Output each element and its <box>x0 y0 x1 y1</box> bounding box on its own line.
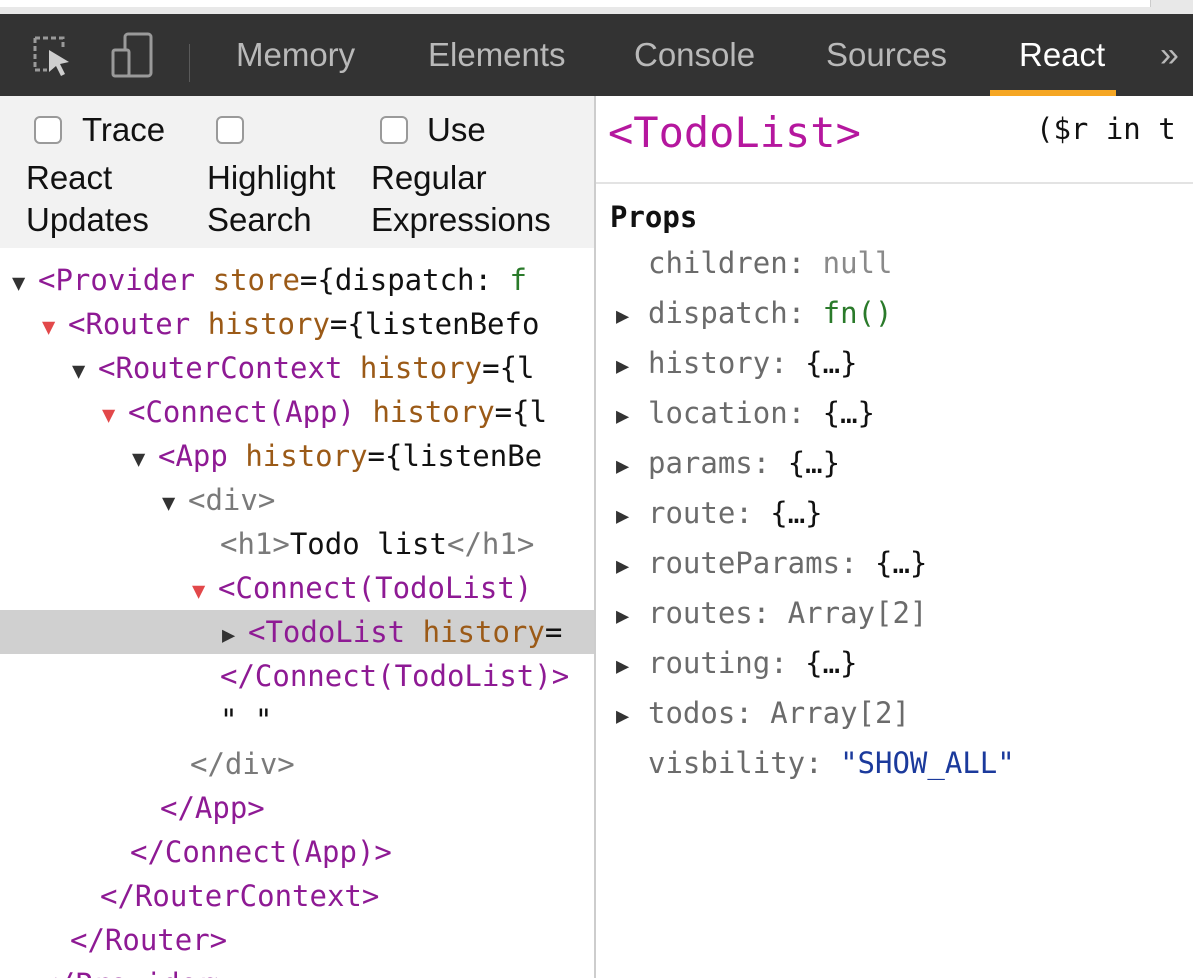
tree-node-router[interactable]: ▼ <Router history={listenBefo <box>0 302 594 346</box>
prop-todos[interactable]: ▶ todos: Array[2] <box>616 688 910 738</box>
tree-node-router-context[interactable]: ▼ <RouterContext history={l <box>0 346 594 390</box>
tree-node-connect-app[interactable]: ▼ <Connect(App) history={l <box>0 390 594 434</box>
devtools-toolbar: Memory Elements Console Sources React » <box>0 14 1193 96</box>
props-pane: <TodoList> ($r in t Props children: null… <box>596 96 1193 978</box>
tab-console[interactable]: Console <box>634 14 755 96</box>
trace-react-updates-label: Trace React Updates <box>26 111 166 238</box>
prop-routes[interactable]: ▶ routes: Array[2] <box>616 588 927 638</box>
collapse-triangle-icon[interactable]: ▼ <box>132 438 158 482</box>
console-ref-note: ($r in t <box>1036 112 1176 146</box>
expand-triangle-icon[interactable]: ▶ <box>616 392 648 442</box>
prop-route[interactable]: ▶ route: {…} <box>616 488 823 538</box>
prop-children: children: null <box>648 246 893 280</box>
collapse-triangle-icon[interactable]: ▼ <box>72 350 98 394</box>
prop-params[interactable]: ▶ params: {…} <box>616 438 840 488</box>
window-top-strip <box>0 0 1193 14</box>
props-pane-header: <TodoList> ($r in t <box>596 96 1193 184</box>
prop-route-params[interactable]: ▶ routeParams: {…} <box>616 538 927 588</box>
tab-memory[interactable]: Memory <box>236 14 355 96</box>
tree-close-router[interactable]: </Router> <box>0 918 594 962</box>
prop-location[interactable]: ▶ location: {…} <box>616 388 875 438</box>
tree-text-node[interactable]: " " <box>0 698 594 742</box>
inspect-element-icon[interactable] <box>22 14 82 96</box>
tree-node-todolist-selected[interactable]: ▶ <TodoList history= <box>0 610 594 654</box>
expand-triangle-icon[interactable]: ▶ <box>616 342 648 392</box>
expand-triangle-icon[interactable]: ▶ <box>616 542 648 592</box>
collapse-triangle-icon[interactable]: ▼ <box>102 394 128 438</box>
collapse-triangle-icon[interactable]: ▼ <box>162 482 188 526</box>
expand-triangle-icon[interactable]: ▶ <box>616 592 648 642</box>
prop-dispatch[interactable]: ▶ dispatch: fn() <box>616 288 892 338</box>
expand-triangle-icon[interactable]: ▶ <box>616 492 648 542</box>
expand-triangle-icon[interactable]: ▶ <box>222 614 248 658</box>
tree-node-app[interactable]: ▼ <App history={listenBe <box>0 434 594 478</box>
collapse-triangle-icon[interactable]: ▼ <box>42 306 68 350</box>
expand-triangle-icon[interactable]: ▶ <box>616 292 648 342</box>
tree-close-router-context[interactable]: </RouterContext> <box>0 874 594 918</box>
tree-options-bar: Trace React Updates Highlight Search Use… <box>0 96 594 248</box>
expand-triangle-icon[interactable]: ▶ <box>616 692 648 742</box>
prop-history[interactable]: ▶ history: {…} <box>616 338 858 388</box>
device-toolbar-icon[interactable] <box>102 14 162 96</box>
tree-node-connect-todolist[interactable]: ▼ <Connect(TodoList) <box>0 566 594 610</box>
toolbar-separator <box>189 44 190 82</box>
expand-triangle-icon[interactable]: ▶ <box>616 642 648 692</box>
component-tree-pane: Trace React Updates Highlight Search Use… <box>0 96 594 978</box>
highlight-search-label: Highlight Search <box>207 159 336 238</box>
window-top-notch <box>0 0 1151 7</box>
tab-sources[interactable]: Sources <box>826 14 947 96</box>
tree-node-provider[interactable]: ▼ <Provider store={dispatch: f <box>0 258 594 302</box>
collapse-triangle-icon[interactable]: ▼ <box>192 570 218 614</box>
tree-close-connect-app[interactable]: </Connect(App)> <box>0 830 594 874</box>
tree-close-provider[interactable]: </Provider> <box>0 962 594 978</box>
tab-elements[interactable]: Elements <box>428 14 566 96</box>
props-heading: Props <box>610 200 698 234</box>
prop-visbility: visbility: "SHOW_ALL" <box>648 746 1015 780</box>
tree-close-app[interactable]: </App> <box>0 786 594 830</box>
use-regular-expressions-label: Use Regular Expressions <box>371 111 551 238</box>
collapse-triangle-icon[interactable]: ▼ <box>12 262 38 306</box>
expand-triangle-icon[interactable]: ▶ <box>616 442 648 492</box>
tabs-overflow-icon[interactable]: » <box>1160 14 1179 96</box>
tree-close-div[interactable]: </div> <box>0 742 594 786</box>
tab-react[interactable]: React <box>1019 14 1105 96</box>
prop-routing[interactable]: ▶ routing: {…} <box>616 638 858 688</box>
tree-close-connect-todolist[interactable]: </Connect(TodoList)> <box>0 654 594 698</box>
tree-node-h1[interactable]: <h1>Todo list</h1> <box>0 522 594 566</box>
tree-node-div[interactable]: ▼ <div> <box>0 478 594 522</box>
selected-component-title: <TodoList> <box>608 108 861 157</box>
